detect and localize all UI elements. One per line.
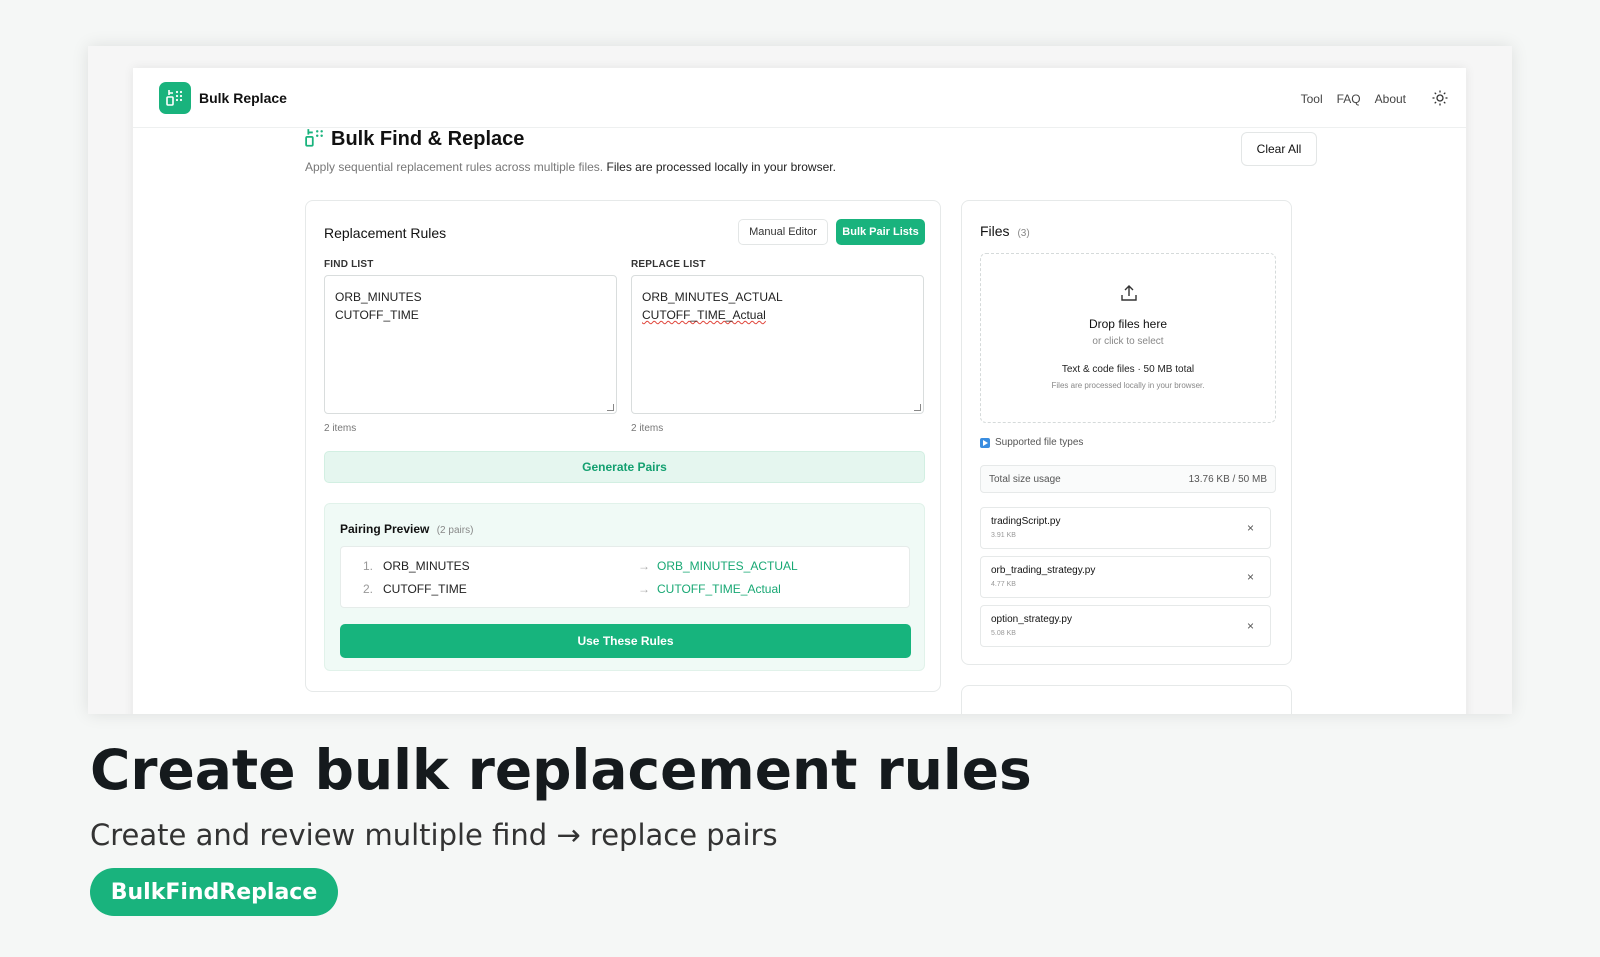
drop-types-text: Text & code files · 50 MB total xyxy=(1061,364,1195,375)
pair-number: 1. xyxy=(363,559,374,573)
use-these-rules-button[interactable]: Use These Rules xyxy=(340,624,911,658)
file-size: 5.08 KB xyxy=(991,630,1016,637)
page-subtitle: Apply sequential replacement rules acros… xyxy=(305,160,836,174)
file-item: orb_trading_strategy.py 4.77 KB × xyxy=(980,556,1271,598)
replace-list-label: REPLACE LIST xyxy=(631,259,706,270)
preview-title-text: Pairing Preview xyxy=(340,522,430,536)
screenshot-frame: Bulk Replace Tool FAQ About Bulk Find & … xyxy=(88,46,1512,714)
manual-editor-tab[interactable]: Manual Editor xyxy=(738,219,828,245)
remove-file-icon[interactable]: × xyxy=(1247,570,1254,584)
file-item: option_strategy.py 5.08 KB × xyxy=(980,605,1271,647)
arrow-right-icon: → xyxy=(638,559,650,573)
find-list-label: FIND LIST xyxy=(324,259,374,270)
secondary-card xyxy=(961,685,1292,714)
pair-find: ORB_MINUTES xyxy=(383,559,470,573)
resize-handle[interactable] xyxy=(607,404,614,411)
find-list-textarea[interactable]: ORB_MINUTES CUTOFF_TIME xyxy=(324,275,617,414)
pair-replace: ORB_MINUTES_ACTUAL xyxy=(657,559,798,573)
caption-tag: BulkFindReplace xyxy=(90,868,338,916)
remove-file-icon[interactable]: × xyxy=(1247,521,1254,535)
pair-row: 2. CUTOFF_TIME → CUTOFF_TIME_Actual xyxy=(341,582,909,602)
file-name: tradingScript.py xyxy=(991,516,1061,527)
nav-about[interactable]: About xyxy=(1375,92,1406,106)
file-drop-zone[interactable]: Drop files here or click to select Text … xyxy=(980,253,1276,423)
usage-value: 13.76 KB / 50 MB xyxy=(1188,474,1267,485)
logo-icon[interactable] xyxy=(159,82,191,114)
nav-links: Tool FAQ About xyxy=(1301,92,1406,106)
file-item: tradingScript.py 3.91 KB × xyxy=(980,507,1271,549)
replace-item: CUTOFF_TIME_Actual xyxy=(642,308,766,322)
size-usage: Total size usage 13.76 KB / 50 MB xyxy=(980,465,1276,493)
arrow-right-icon: → xyxy=(638,582,650,596)
supported-label: Supported file types xyxy=(995,437,1084,448)
page-subtitle-strong: Files are processed locally in your brow… xyxy=(606,160,836,174)
find-item: CUTOFF_TIME xyxy=(335,308,419,322)
caption-subtitle: Create and review multiple find → replac… xyxy=(90,818,778,852)
file-name: option_strategy.py xyxy=(991,614,1072,625)
find-item: ORB_MINUTES xyxy=(335,290,422,304)
bulk-pair-lists-tab[interactable]: Bulk Pair Lists xyxy=(836,219,925,245)
clear-all-button[interactable]: Clear All xyxy=(1241,132,1317,166)
remove-file-icon[interactable]: × xyxy=(1247,619,1254,633)
replace-icon xyxy=(305,128,325,153)
supported-file-types[interactable]: Supported file types xyxy=(980,437,1083,448)
drop-local-text: Files are processed locally in your brow… xyxy=(1051,381,1205,390)
files-title-text: Files xyxy=(980,223,1010,239)
pair-number: 2. xyxy=(363,582,374,596)
files-card: Files (3) Drop files here or click to se… xyxy=(961,200,1292,665)
pair-find: CUTOFF_TIME xyxy=(383,582,467,596)
rules-title: Replacement Rules xyxy=(324,225,447,241)
find-count: 2 items xyxy=(324,423,357,434)
replace-item: ORB_MINUTES_ACTUAL xyxy=(642,290,783,304)
drop-sub-text: or click to select xyxy=(1092,336,1164,347)
page-title: Bulk Find & Replace xyxy=(331,128,525,150)
file-name: orb_trading_strategy.py xyxy=(991,565,1096,576)
preview-title: Pairing Preview (2 pairs) xyxy=(340,522,473,536)
caption-title: Create bulk replacement rules xyxy=(90,738,1032,802)
upload-icon xyxy=(1120,284,1138,307)
nav-tool[interactable]: Tool xyxy=(1301,92,1323,106)
brand-name[interactable]: Bulk Replace xyxy=(199,90,287,106)
drop-main-text: Drop files here xyxy=(1088,317,1168,331)
replace-list-textarea[interactable]: ORB_MINUTES_ACTUAL CUTOFF_TIME_Actual xyxy=(631,275,924,414)
pairing-preview: Pairing Preview (2 pairs) 1. ORB_MINUTES… xyxy=(324,503,925,671)
expand-icon xyxy=(980,437,990,448)
files-count: (3) xyxy=(1017,228,1030,239)
page-subtitle-muted: Apply sequential replacement rules acros… xyxy=(305,160,604,174)
pairs-list: 1. ORB_MINUTES → ORB_MINUTES_ACTUAL 2. C… xyxy=(340,546,910,608)
generate-pairs-button[interactable]: Generate Pairs xyxy=(324,451,925,483)
replacement-rules-card: Replacement Rules Manual Editor Bulk Pai… xyxy=(305,200,941,692)
files-title: Files (3) xyxy=(980,223,1030,239)
pair-row: 1. ORB_MINUTES → ORB_MINUTES_ACTUAL xyxy=(341,559,909,579)
nav-faq[interactable]: FAQ xyxy=(1337,92,1361,106)
sun-icon[interactable] xyxy=(1432,90,1448,106)
app-window: Bulk Replace Tool FAQ About Bulk Find & … xyxy=(133,68,1466,714)
file-size: 4.77 KB xyxy=(991,581,1016,588)
file-size: 3.91 KB xyxy=(991,532,1016,539)
preview-count: (2 pairs) xyxy=(436,525,474,536)
usage-label: Total size usage xyxy=(989,474,1061,485)
top-bar: Bulk Replace Tool FAQ About xyxy=(133,68,1466,128)
resize-handle[interactable] xyxy=(914,404,921,411)
replace-count: 2 items xyxy=(631,423,664,434)
pair-replace: CUTOFF_TIME_Actual xyxy=(657,582,781,596)
